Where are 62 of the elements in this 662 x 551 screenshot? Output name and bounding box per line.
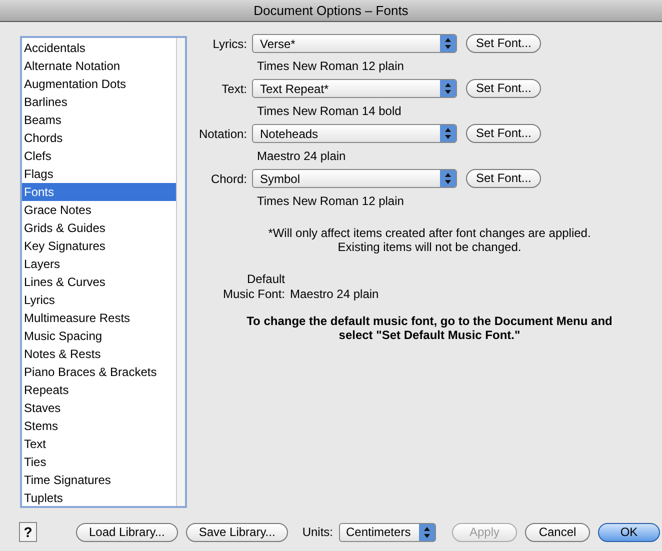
category-item[interactable]: Flags xyxy=(22,165,176,183)
category-item[interactable]: Grace Notes xyxy=(22,201,176,219)
category-item[interactable]: Music Spacing xyxy=(22,327,176,345)
category-item[interactable]: Multimeasure Rests xyxy=(22,309,176,327)
stepper-arrows-icon xyxy=(419,524,435,540)
category-item[interactable]: Clefs xyxy=(22,147,176,165)
window-title: Document Options – Fonts xyxy=(254,2,408,20)
category-item[interactable]: Tuplets xyxy=(22,489,176,507)
set-font-button[interactable]: Set Font... xyxy=(466,169,542,188)
category-item[interactable]: Barlines xyxy=(22,93,176,111)
category-item[interactable]: Accidentals xyxy=(22,39,176,57)
default-font-value: Maestro 24 plain xyxy=(290,287,379,302)
units-label: Units: xyxy=(302,524,333,541)
dialog-button[interactable]: Cancel xyxy=(525,522,590,542)
category-item[interactable]: Key Signatures xyxy=(22,237,176,255)
dialog-button[interactable]: OK xyxy=(598,522,660,542)
stepper-arrows-icon xyxy=(440,80,456,97)
category-item[interactable]: Repeats xyxy=(22,381,176,399)
category-item[interactable]: Piano Braces & Brackets xyxy=(22,363,176,381)
set-font-button[interactable]: Set Font... xyxy=(466,34,542,53)
category-item[interactable]: Grids & Guides xyxy=(22,219,176,237)
font-dropdown[interactable]: Symbol xyxy=(252,169,457,188)
units-dropdown[interactable]: Centimeters xyxy=(339,522,436,542)
category-item[interactable]: Ties xyxy=(22,453,176,471)
font-description: Times New Roman 12 plain xyxy=(257,58,405,75)
default-font-label: Default xyxy=(246,272,285,287)
category-item[interactable]: Layers xyxy=(22,255,176,273)
font-dropdown[interactable]: Noteheads xyxy=(252,124,457,143)
font-description: Times New Roman 12 plain xyxy=(257,193,405,210)
instruction-text: select "Set Default Music Font." xyxy=(338,328,520,342)
stepper-arrows-icon xyxy=(440,125,456,142)
category-item[interactable]: Augmentation Dots xyxy=(22,75,176,93)
field-label: Text: xyxy=(220,80,248,98)
category-item[interactable]: Text xyxy=(22,435,176,453)
load-library-button[interactable]: Load Library... xyxy=(76,522,178,542)
category-item[interactable]: Beams xyxy=(22,111,176,129)
note-text: Existing items will not be changed. xyxy=(338,240,522,254)
field-label: Notation: xyxy=(198,126,248,142)
category-item[interactable]: Chords xyxy=(22,129,176,147)
category-item[interactable]: Alternate Notation xyxy=(22,57,176,75)
note-text: *Will only affect items created after font changes are applied. xyxy=(268,226,591,240)
field-label: Lyrics: xyxy=(212,36,248,52)
set-font-button[interactable]: Set Font... xyxy=(466,79,542,98)
stepper-arrows-icon xyxy=(440,35,456,52)
font-description: Times New Roman 14 bold xyxy=(257,103,402,120)
category-item[interactable]: Lyrics xyxy=(22,291,176,309)
category-item[interactable]: Lines & Curves xyxy=(22,273,176,291)
set-font-button[interactable]: Set Font... xyxy=(466,124,542,143)
category-item[interactable]: Time Signatures xyxy=(22,471,176,489)
stepper-arrows-icon xyxy=(440,170,456,187)
font-dropdown[interactable]: Text Repeat* xyxy=(252,79,457,98)
category-item[interactable]: Stems xyxy=(22,417,176,435)
category-item[interactable]: Staves xyxy=(22,399,176,417)
font-dropdown[interactable]: Verse* xyxy=(252,34,457,53)
field-label: Chord: xyxy=(210,170,248,188)
category-item[interactable]: Fonts xyxy=(22,183,176,201)
help-button[interactable]: ? xyxy=(19,522,37,542)
save-library-button[interactable]: Save Library... xyxy=(186,522,288,542)
instruction-text: To change the default music font, go to the Document Menu and xyxy=(246,314,612,328)
category-item[interactable]: Notes & Rests xyxy=(22,345,176,363)
font-description: Maestro 24 plain xyxy=(257,148,347,165)
default-font-label: Music Font: xyxy=(222,287,285,302)
